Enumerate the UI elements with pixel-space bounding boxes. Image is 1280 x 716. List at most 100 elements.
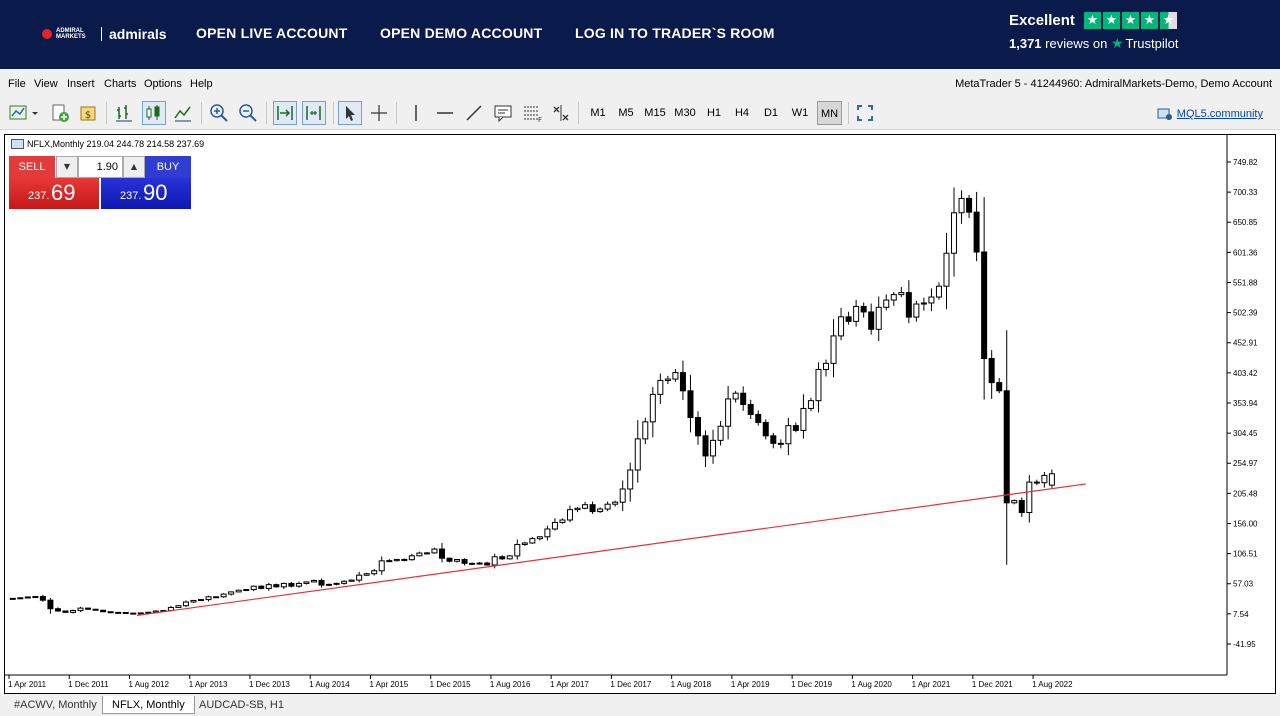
candle-body xyxy=(973,211,980,253)
line-chart-button[interactable] xyxy=(171,101,195,125)
candle-body xyxy=(265,584,272,589)
candle-body xyxy=(461,559,468,564)
time-tick-label: 1 Apr 2013 xyxy=(189,680,228,689)
candle-body xyxy=(1018,500,1025,514)
candle-body xyxy=(386,560,393,563)
chart-shift-button[interactable] xyxy=(302,101,326,125)
logo-divider xyxy=(101,27,102,41)
menu-help[interactable]: Help xyxy=(190,78,213,90)
time-tick-label: 1 Apr 2011 xyxy=(8,680,47,689)
top-banner: ADMIRAL MARKETS admirals OPEN LIVE ACCOU… xyxy=(0,0,1280,69)
candle-body xyxy=(47,599,54,610)
buy-price[interactable]: 237. 90 xyxy=(101,178,191,209)
mql5-community-link[interactable]: MQL5.community xyxy=(1157,107,1263,121)
text-label-button[interactable] xyxy=(491,101,515,125)
candlestick-chart[interactable]: 749.82 700.33 650.85 601.36 551.88 502.39 452.… xyxy=(5,135,1275,693)
strategy-tester-button[interactable]: $ xyxy=(77,101,101,125)
star-icon: ★ xyxy=(1103,12,1120,29)
trendline-button[interactable] xyxy=(462,101,486,125)
candle-body xyxy=(860,305,867,313)
buy-price-big: 90 xyxy=(143,180,168,205)
price-tick-label: 353.94 xyxy=(1233,399,1258,408)
menu-options[interactable]: Options xyxy=(144,78,182,90)
zoom-out-button[interactable] xyxy=(236,101,260,125)
admirals-logo[interactable]: ADMIRAL MARKETS admirals xyxy=(42,26,167,42)
timeframe-h4[interactable]: H4 xyxy=(729,101,755,125)
candle-body xyxy=(702,435,709,457)
candle-body xyxy=(499,556,506,560)
price-tick-label: -41.95 xyxy=(1233,640,1256,649)
auto-scroll-button[interactable] xyxy=(273,101,297,125)
fibonacci-button[interactable]: F xyxy=(520,101,544,125)
timeframe-w1[interactable]: W1 xyxy=(787,101,813,125)
crosshair-icon xyxy=(371,105,387,121)
timeframe-m30[interactable]: M30 xyxy=(671,101,699,125)
trustpilot-reviews[interactable]: 1,371 reviews on ★ Trustpilot xyxy=(1009,35,1178,52)
candle-body xyxy=(672,372,679,380)
candle-body xyxy=(679,372,686,392)
vertical-line-button[interactable] xyxy=(404,101,428,125)
candle-body xyxy=(1003,390,1010,504)
candle-body xyxy=(898,292,905,296)
tab-nflx-monthly[interactable]: NFLX, Monthly xyxy=(102,696,195,714)
mql5-icon xyxy=(1157,108,1172,120)
horizontal-line-button[interactable] xyxy=(433,101,457,125)
bar-chart-button[interactable] xyxy=(112,101,136,125)
candle-body xyxy=(845,316,852,322)
line-chart-icon xyxy=(174,106,191,122)
candle-body xyxy=(506,555,513,560)
candle-body xyxy=(393,558,400,562)
candle-body xyxy=(363,573,370,576)
menu-charts[interactable]: Charts xyxy=(104,78,136,90)
sell-price[interactable]: 237. 69 xyxy=(9,178,99,209)
star-icon: ★ xyxy=(1084,12,1101,29)
candle-body xyxy=(205,596,212,601)
candle-body xyxy=(649,393,656,423)
candle-body xyxy=(1048,473,1055,486)
timeframe-d1[interactable]: D1 xyxy=(758,101,784,125)
candle-body xyxy=(243,589,250,592)
new-chart-button[interactable] xyxy=(6,101,40,125)
timeframe-h1[interactable]: H1 xyxy=(701,101,727,125)
fullscreen-button[interactable] xyxy=(853,101,877,125)
open-demo-account-link[interactable]: OPEN DEMO ACCOUNT xyxy=(380,25,542,41)
candle-body xyxy=(408,555,415,561)
timeframe-m15[interactable]: M15 xyxy=(641,101,669,125)
buy-button[interactable]: BUY xyxy=(145,156,191,178)
lot-increase-button[interactable]: ▲ xyxy=(123,156,145,178)
menu-file[interactable]: File xyxy=(8,78,26,90)
cursor-button[interactable] xyxy=(338,101,362,125)
candle-body xyxy=(815,368,822,402)
menu-bar: File View Insert Charts Options Help Met… xyxy=(0,69,1280,97)
lot-decrease-button[interactable]: ▼ xyxy=(56,156,78,178)
one-click-trading-panel: SELL ▼ 1.90 ▲ BUY 237. 69 237. 90 xyxy=(9,156,191,209)
new-order-button[interactable] xyxy=(48,101,72,125)
sell-button[interactable]: SELL xyxy=(9,156,55,178)
candle-body xyxy=(521,542,528,545)
tab-audcad-h1[interactable]: AUDCAD-SB, H1 xyxy=(190,696,293,714)
shapes-button[interactable] xyxy=(549,101,573,125)
reviews-on-text: reviews on xyxy=(1045,36,1108,51)
candle-body xyxy=(597,508,604,513)
chart-shift-icon xyxy=(306,106,321,120)
open-live-account-link[interactable]: OPEN LIVE ACCOUNT xyxy=(196,25,347,41)
candle-body xyxy=(198,599,205,602)
candle-body xyxy=(536,536,543,540)
timeframe-m5[interactable]: M5 xyxy=(613,101,639,125)
zoom-in-button[interactable] xyxy=(207,101,231,125)
timeframe-mn[interactable]: MN xyxy=(817,101,842,125)
price-tick-label: 551.88 xyxy=(1233,278,1258,287)
tab-acwv-monthly[interactable]: #ACWV, Monthly xyxy=(5,696,106,714)
timeframe-m1[interactable]: M1 xyxy=(585,101,611,125)
chart-window[interactable]: 749.82 700.33 650.85 601.36 551.88 502.39 452.… xyxy=(4,134,1276,694)
half-star-icon: ★ xyxy=(1160,12,1177,29)
menu-insert[interactable]: Insert xyxy=(67,78,95,90)
crosshair-button[interactable] xyxy=(367,101,391,125)
login-traders-room-link[interactable]: LOG IN TO TRADER`S ROOM xyxy=(575,25,775,41)
candlestick-chart-button[interactable] xyxy=(142,101,166,125)
sell-price-small: 237. xyxy=(28,190,50,202)
candle-body xyxy=(446,557,453,562)
lot-size-input[interactable]: 1.90 xyxy=(78,156,123,178)
menu-view[interactable]: View xyxy=(34,78,58,90)
price-tick-label: 403.42 xyxy=(1233,369,1258,378)
